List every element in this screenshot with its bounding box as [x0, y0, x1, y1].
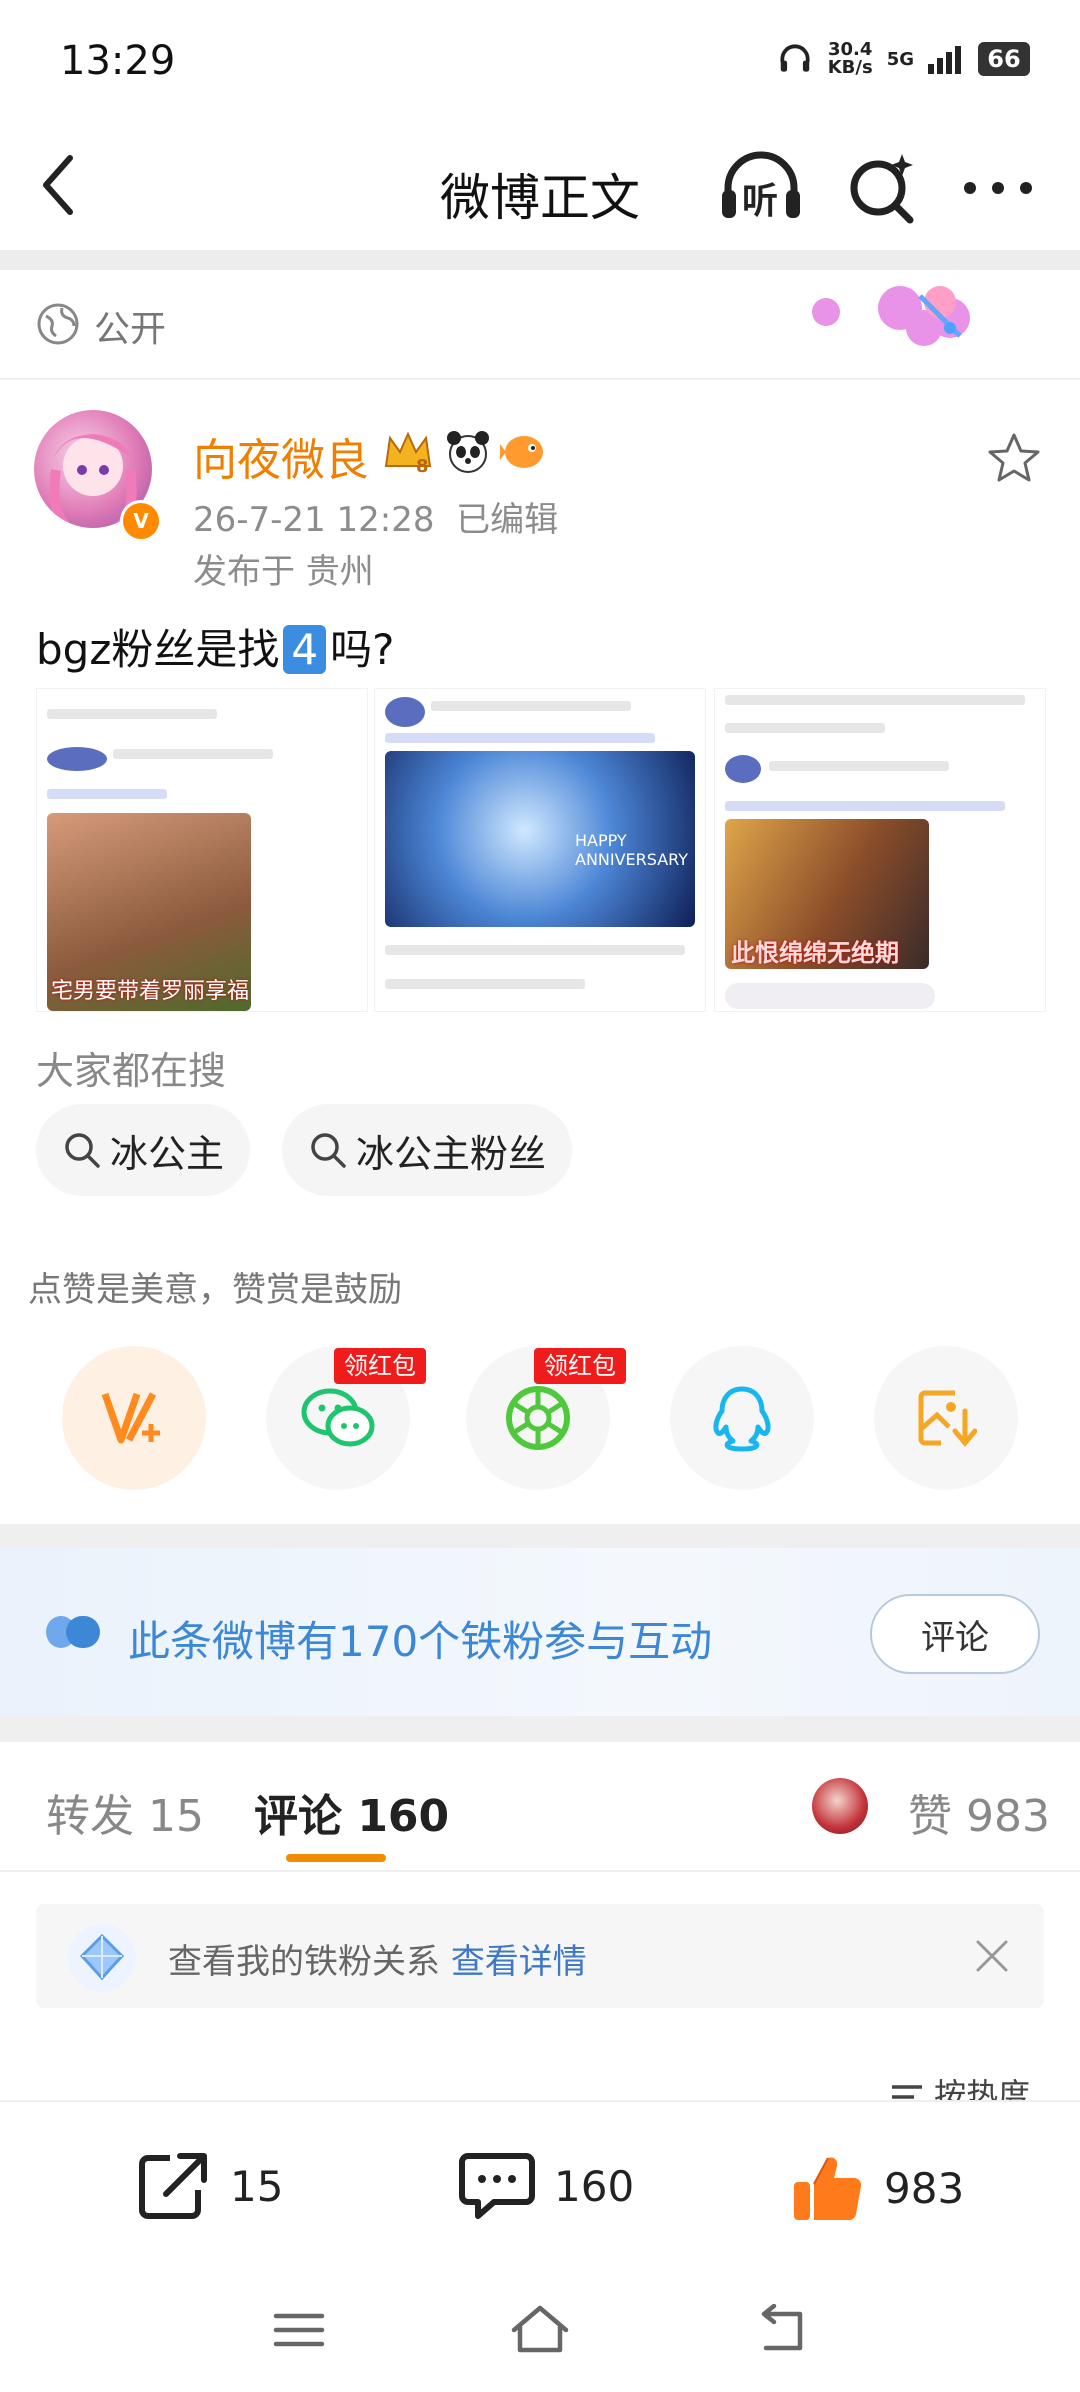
search-icon — [65, 1133, 100, 1168]
thumbnail-caption: HAPPY ANNIVERSARY — [575, 831, 689, 869]
listen-button[interactable]: 听 — [718, 146, 804, 230]
comment-icon — [459, 2153, 535, 2219]
status-indicators: 30.4 KB/s 5G 66 — [776, 40, 1030, 78]
fans-icon — [46, 1616, 100, 1648]
post-image-2[interactable]: HAPPY ANNIVERSARY — [374, 688, 706, 1012]
search-chip[interactable]: 冰公主 — [36, 1104, 251, 1196]
vip-reward-button[interactable] — [62, 1346, 206, 1490]
vip-reward-icon — [101, 1392, 160, 1444]
repost-count: 15 — [230, 2161, 284, 2211]
iron-fan-text: 查看我的铁粉关系 查看详情 — [168, 1942, 587, 1982]
section-divider — [0, 1716, 1080, 1742]
status-time: 13:29 — [60, 38, 176, 84]
keycap-digit: 4 — [283, 625, 327, 674]
diamond-badge-icon — [68, 1924, 136, 1992]
tab-comment[interactable]: 评论 160 — [254, 1780, 449, 1844]
repost-icon — [139, 2153, 207, 2219]
visibility-label: 公开 — [94, 309, 167, 350]
tab-divider — [0, 1870, 1080, 1872]
comment-action[interactable]: 160 — [458, 2150, 634, 2222]
network-speed: 30.4 KB/s — [827, 39, 873, 78]
more-button[interactable] — [962, 176, 1034, 200]
nav-menu-button[interactable] — [272, 2310, 326, 2350]
fans-text: 此条微博有170个铁粉参与互动 — [128, 1617, 713, 1666]
section-divider — [0, 250, 1080, 270]
listen-label: 听 — [742, 181, 779, 222]
save-image-button[interactable] — [874, 1346, 1018, 1490]
reward-hint: 点赞是美意，赞赏是鼓励 — [28, 1270, 402, 1310]
post-image-3[interactable]: 此恨绵绵无绝期 — [714, 688, 1046, 1012]
tab-repost[interactable]: 转发 15 — [46, 1780, 204, 1844]
edited-label[interactable]: 已编辑 — [456, 500, 558, 540]
qq-share-button[interactable] — [670, 1346, 814, 1490]
save-image-icon — [918, 1390, 977, 1447]
search-icon — [311, 1133, 346, 1168]
menu-icon — [273, 2313, 325, 2347]
search-chip-label: 冰公主 — [110, 1131, 225, 1176]
pufferfish-badge-icon — [500, 436, 543, 468]
favorite-button[interactable] — [986, 430, 1042, 486]
headphone-icon — [780, 44, 810, 72]
tab-like[interactable]: 赞 983 — [908, 1780, 1050, 1844]
nav-back-button[interactable] — [752, 2303, 808, 2354]
star-icon — [988, 433, 1040, 482]
section-divider — [0, 1524, 1080, 1548]
close-icon — [976, 1940, 1008, 1972]
post-time: 26-7-21 12:28 已编辑 — [193, 500, 559, 540]
search-chip[interactable]: 冰公主粉丝 — [282, 1104, 573, 1196]
search-button[interactable] — [846, 150, 920, 228]
thumbnail-caption: 此恨绵绵无绝期 — [731, 939, 899, 967]
username[interactable]: 向夜微良 — [193, 424, 369, 488]
search-chip-label: 冰公主粉丝 — [356, 1131, 547, 1176]
fans-comment-button[interactable]: 评论 — [870, 1594, 1040, 1674]
nav-back-icon — [761, 2303, 803, 2351]
globe-icon — [37, 303, 79, 345]
network-type: 5G — [886, 48, 914, 70]
thumbs-up-icon — [794, 2157, 862, 2221]
like-action[interactable]: 983 — [790, 2150, 964, 2226]
post-image-1[interactable]: 宅男要带着罗丽享福 — [36, 688, 368, 1012]
search-sparkle-icon — [850, 154, 914, 224]
iron-fan-link[interactable]: 查看详情 — [451, 1942, 587, 1982]
like-count: 983 — [884, 2163, 965, 2213]
active-tab-indicator — [286, 1854, 386, 1862]
liker-avatar[interactable] — [812, 1778, 868, 1834]
repost-action[interactable]: 15 — [136, 2150, 283, 2222]
close-iron-card-button[interactable] — [970, 1934, 1014, 1978]
red-packet-badge: 领红包 — [534, 1348, 626, 1384]
battery-indicator: 66 — [978, 42, 1030, 76]
post-text: bgz粉丝是找 4 吗? — [36, 625, 395, 674]
crown-badge-icon: 8 — [384, 431, 432, 476]
decorative-flowers-icon — [812, 286, 970, 346]
more-dots-icon — [964, 182, 1032, 194]
comment-count: 160 — [554, 2161, 635, 2211]
wechat-icon — [301, 1388, 375, 1447]
verified-badge: V — [120, 500, 162, 542]
trending-search-title: 大家都在搜 — [36, 1049, 227, 1093]
moments-icon — [506, 1386, 570, 1450]
svg-text:8: 8 — [416, 456, 429, 476]
post-location: 发布于 贵州 — [193, 552, 374, 592]
thumbnail-caption: 宅男要带着罗丽享福 — [51, 979, 250, 1004]
red-packet-badge: 领红包 — [334, 1348, 426, 1384]
signal-icon — [928, 46, 961, 74]
panda-badge-icon — [447, 431, 489, 473]
qq-icon — [713, 1386, 771, 1452]
home-icon — [511, 2305, 569, 2353]
nav-home-button[interactable] — [508, 2300, 572, 2356]
